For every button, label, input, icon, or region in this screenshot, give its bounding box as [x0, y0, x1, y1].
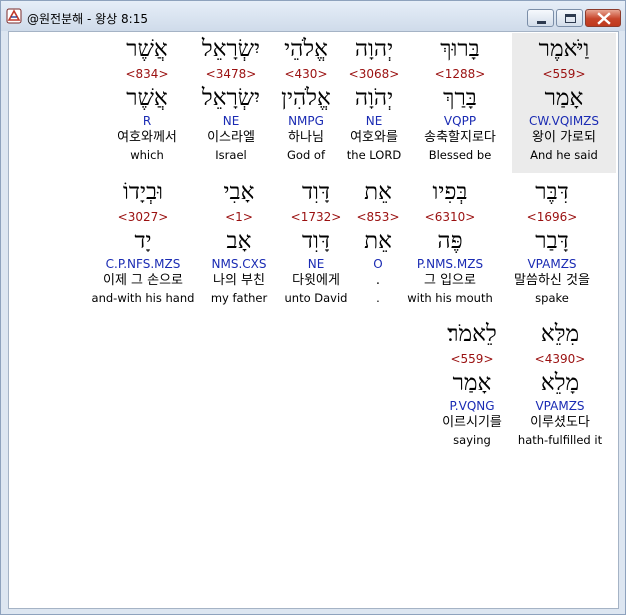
korean-gloss: 이제 그 손으로 [102, 273, 184, 288]
word-column[interactable]: וּבְיָדוֹ <3027> יָד C.P.NFS.MZS 이제 그 손으… [85, 176, 201, 306]
hebrew-word: וּבְיָדוֹ [123, 179, 163, 205]
hebrew-word: דִּבֶּר [535, 179, 569, 205]
strongs-number: <3027> [117, 210, 169, 224]
word-column[interactable]: בְּפִיו <6310> פֶּה P.NMS.MZS 그 입으로 with… [398, 176, 502, 306]
word-column[interactable]: וַיֹּאמֶר <559> אָמַר CW.VQIMZS 왕이 가로되 A… [512, 33, 616, 173]
app-logo-icon [6, 8, 22, 24]
hebrew-lemma: דָּבַר [535, 228, 569, 254]
morph-code: R [142, 114, 152, 128]
hebrew-lemma: פֶּה [437, 228, 463, 254]
maximize-button[interactable] [556, 9, 583, 27]
title-bar[interactable]: @원전분해 - 왕상 8:15 [1, 1, 625, 31]
english-gloss: and-with his hand [91, 291, 195, 305]
close-button[interactable] [585, 9, 621, 27]
interlinear-panel: וַיֹּאמֶר <559> אָמַר CW.VQIMZS 왕이 가로되 A… [8, 31, 619, 609]
word-column[interactable]: דִּבֶּר <1696> דָּבַר VPAMZS 말씀하신 것을 spa… [500, 176, 604, 306]
strongs-number: <1696> [526, 210, 578, 224]
strongs-number: <834> [125, 67, 169, 81]
korean-gloss: 그 입으로 [424, 273, 476, 288]
hebrew-lemma: אָב [226, 228, 252, 254]
english-gloss: saying [453, 433, 491, 447]
english-gloss: spake [535, 291, 569, 305]
hebrew-word: בְּפִיו [432, 179, 468, 205]
minimize-button[interactable] [527, 9, 554, 27]
hebrew-lemma: יָד [134, 228, 152, 254]
korean-gloss: 이르시기를 [442, 415, 502, 430]
morph-code: NMS.CXS [211, 257, 267, 271]
hebrew-lemma: אָמַר [544, 85, 584, 111]
english-gloss: And he said [530, 148, 598, 162]
strongs-number: <559> [542, 67, 586, 81]
maximize-icon [565, 14, 576, 23]
hebrew-word: אֲשֶׁר [126, 36, 168, 62]
app-window: @원전분해 - 왕상 8:15 וַיֹּאמֶר <559> אָמַר CW… [0, 0, 626, 615]
strongs-number: <1> [225, 210, 253, 224]
strongs-number: <559> [450, 352, 494, 366]
morph-code: CW.VQIMZS [528, 114, 600, 128]
english-gloss: with his mouth [407, 291, 493, 305]
word-column[interactable]: לֵאמֹר׃ <559> אָמַר P.VQNG 이르시기를 saying [420, 318, 524, 448]
close-icon [597, 12, 611, 25]
hebrew-word: לֵאמֹר׃ [447, 321, 497, 347]
korean-gloss: 나의 부친 [213, 273, 265, 288]
korean-gloss: 여호와께서 [117, 130, 177, 145]
hebrew-lemma: אָמַר [452, 370, 492, 396]
korean-gloss: 왕이 가로되 [532, 130, 596, 145]
english-gloss: my father [210, 291, 268, 305]
morph-code: C.P.NFS.MZS [105, 257, 181, 271]
hebrew-word: אָבִי [223, 179, 255, 205]
hebrew-word: וַיֹּאמֶר [538, 36, 590, 62]
morph-code: VPAMZS [527, 257, 577, 271]
window-title: @원전분해 - 왕상 8:15 [27, 12, 148, 26]
strongs-number: <6310> [424, 210, 476, 224]
minimize-icon [537, 21, 546, 24]
morph-code: P.NMS.MZS [416, 257, 484, 271]
word-column[interactable]: אֲשֶׁר <834> אֲשֶׁר R 여호와께서 which [97, 33, 197, 163]
morph-code: P.VQNG [449, 399, 495, 413]
korean-gloss: 말씀하신 것을 [514, 273, 590, 288]
word-column[interactable]: אָבִי <1> אָב NMS.CXS 나의 부친 my father [189, 176, 289, 306]
hebrew-lemma: אֲשֶׁר [126, 85, 168, 111]
english-gloss: which [130, 148, 164, 162]
